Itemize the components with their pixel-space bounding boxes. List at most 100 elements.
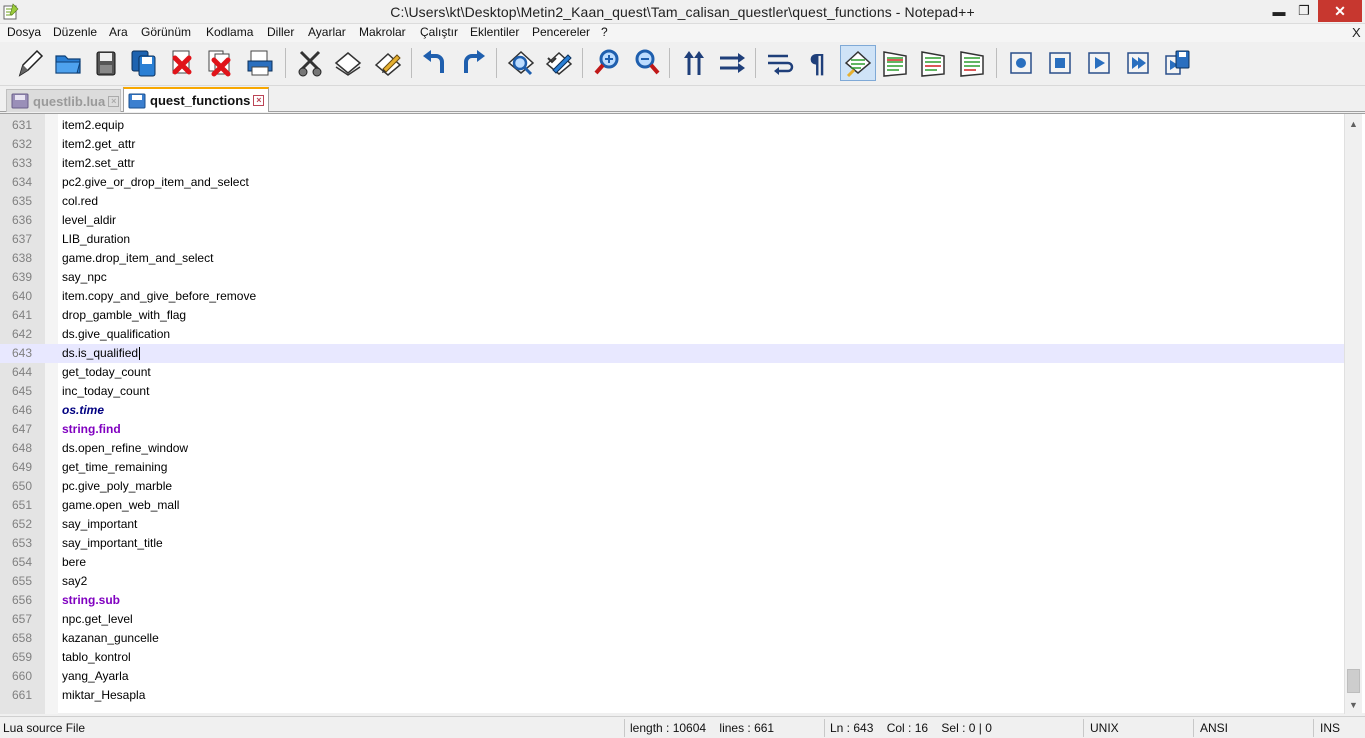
scrollbar-thumb[interactable] — [1347, 669, 1360, 693]
code-text[interactable]: drop_gamble_with_flag — [62, 306, 186, 325]
code-line[interactable]: 650 pc.give_poly_marble — [0, 477, 1344, 496]
tab-quest-functions[interactable]: quest_functions × — [123, 87, 269, 112]
code-line[interactable]: 655 say2 — [0, 572, 1344, 591]
code-text[interactable]: bere — [62, 553, 86, 572]
scroll-down-icon[interactable]: ▼ — [1345, 696, 1362, 713]
code-text[interactable]: say_npc — [62, 268, 107, 287]
find-icon[interactable] — [503, 45, 539, 81]
cut-icon[interactable] — [292, 45, 328, 81]
record-macro-icon[interactable] — [1003, 45, 1039, 81]
vertical-scrollbar[interactable]: ▲ ▼ — [1344, 114, 1362, 714]
code-line[interactable]: 642 ds.give_qualification — [0, 325, 1344, 344]
code-text[interactable]: npc.get_level — [62, 610, 133, 629]
close-icon[interactable] — [164, 45, 200, 81]
zoom-in-icon[interactable] — [589, 45, 625, 81]
code-text[interactable]: LIB_duration — [62, 230, 130, 249]
editor-area[interactable]: 631 item2.equip 632 item2.get_attr 633 item2.… — [0, 113, 1365, 714]
code-text[interactable]: game.drop_item_and_select — [62, 249, 213, 268]
code-text[interactable]: ds.is_qualified — [62, 344, 141, 363]
code-text[interactable]: item2.get_attr — [62, 135, 135, 154]
code-text[interactable]: ds.open_refine_window — [62, 439, 188, 458]
menu-ayarlar[interactable]: Ayarlar — [308, 25, 346, 39]
print-icon[interactable] — [242, 45, 278, 81]
code-line[interactable]: 653 say_important_title — [0, 534, 1344, 553]
code-line[interactable]: 638 game.drop_item_and_select — [0, 249, 1344, 268]
code-text[interactable]: get_time_remaining — [62, 458, 167, 477]
code-line[interactable]: 632 item2.get_attr — [0, 135, 1344, 154]
menu-kodlama[interactable]: Kodlama — [206, 25, 253, 39]
code-line[interactable]: 641 drop_gamble_with_flag — [0, 306, 1344, 325]
save-all-icon[interactable] — [126, 45, 162, 81]
minimize-button[interactable]: ▬ — [1268, 0, 1290, 22]
paste-icon[interactable] — [370, 45, 406, 81]
tab-close-icon[interactable]: × — [108, 95, 120, 107]
save-macro-icon[interactable] — [1159, 45, 1195, 81]
fold-all-icon[interactable] — [878, 45, 914, 81]
code-text[interactable]: col.red — [62, 192, 98, 211]
close-all-icon[interactable] — [202, 45, 238, 81]
code-line[interactable]: 647 string.find — [0, 420, 1344, 439]
current-code-line[interactable]: 643 ds.is_qualified — [0, 344, 1344, 363]
tab-questlib-lua[interactable]: questlib.lua × — [6, 89, 121, 112]
code-line[interactable]: 659 tablo_kontrol — [0, 648, 1344, 667]
menu-gorunum[interactable]: Görünüm — [141, 25, 191, 39]
code-lines[interactable]: 631 item2.equip 632 item2.get_attr 633 item2.… — [0, 116, 1344, 705]
word-wrap-icon[interactable] — [762, 45, 798, 81]
unfold-all-icon[interactable] — [916, 45, 952, 81]
menu-diller[interactable]: Diller — [267, 25, 294, 39]
code-line[interactable]: 644 get_today_count — [0, 363, 1344, 382]
code-line[interactable]: 646 os.time — [0, 401, 1344, 420]
code-line[interactable]: 658 kazanan_guncelle — [0, 629, 1344, 648]
code-text[interactable]: inc_today_count — [62, 382, 149, 401]
code-text[interactable]: tablo_kontrol — [62, 648, 131, 667]
save-icon[interactable] — [88, 45, 124, 81]
new-file-icon[interactable] — [12, 45, 48, 81]
code-text[interactable]: item2.equip — [62, 116, 124, 135]
close-document-x[interactable]: X — [1352, 25, 1361, 40]
code-text[interactable]: string.sub — [62, 591, 120, 610]
code-text[interactable]: get_today_count — [62, 363, 151, 382]
code-text[interactable]: say_important — [62, 515, 137, 534]
close-window-button[interactable]: ✕ — [1318, 0, 1362, 22]
code-text[interactable]: pc.give_poly_marble — [62, 477, 172, 496]
play-multiple-macro-icon[interactable] — [1120, 45, 1156, 81]
menu-eklentiler[interactable]: Eklentiler — [470, 25, 519, 39]
code-text[interactable]: pc2.give_or_drop_item_and_select — [62, 173, 249, 192]
sync-horizontal-icon[interactable] — [714, 45, 750, 81]
menu-dosya[interactable]: Dosya — [7, 25, 41, 39]
code-text[interactable]: kazanan_guncelle — [62, 629, 159, 648]
code-text[interactable]: say_important_title — [62, 534, 163, 553]
indent-guide-icon[interactable] — [840, 45, 876, 81]
code-line[interactable]: 636 level_aldir — [0, 211, 1344, 230]
code-line[interactable]: 639 say_npc — [0, 268, 1344, 287]
menu-duzenle[interactable]: Düzenle — [53, 25, 97, 39]
menu-makrolar[interactable]: Makrolar — [359, 25, 406, 39]
code-line[interactable]: 656 string.sub — [0, 591, 1344, 610]
code-text[interactable]: level_aldir — [62, 211, 116, 230]
code-line[interactable]: 654 bere — [0, 553, 1344, 572]
sync-vertical-icon[interactable] — [676, 45, 712, 81]
show-all-chars-icon[interactable]: ¶ — [800, 45, 836, 81]
stop-macro-icon[interactable] — [1042, 45, 1078, 81]
play-macro-icon[interactable] — [1081, 45, 1117, 81]
undo-icon[interactable] — [417, 45, 453, 81]
zoom-out-icon[interactable] — [629, 45, 665, 81]
redo-icon[interactable] — [455, 45, 491, 81]
code-line[interactable]: 635 col.red — [0, 192, 1344, 211]
code-text[interactable]: os.time — [62, 401, 104, 420]
code-line[interactable]: 645 inc_today_count — [0, 382, 1344, 401]
code-text[interactable]: miktar_Hesapla — [62, 686, 145, 705]
document-map-icon[interactable] — [955, 45, 991, 81]
code-text[interactable]: item.copy_and_give_before_remove — [62, 287, 256, 306]
scroll-up-icon[interactable]: ▲ — [1345, 115, 1362, 132]
code-line[interactable]: 637 LIB_duration — [0, 230, 1344, 249]
code-line[interactable]: 649 get_time_remaining — [0, 458, 1344, 477]
code-line[interactable]: 661 miktar_Hesapla — [0, 686, 1344, 705]
code-text[interactable]: ds.give_qualification — [62, 325, 170, 344]
replace-icon[interactable] — [541, 45, 577, 81]
code-line[interactable]: 657 npc.get_level — [0, 610, 1344, 629]
maximize-button[interactable]: ❐ — [1293, 0, 1315, 22]
code-text[interactable]: game.open_web_mall — [62, 496, 179, 515]
code-text[interactable]: item2.set_attr — [62, 154, 135, 173]
menu-pencereler[interactable]: Pencereler — [532, 25, 590, 39]
